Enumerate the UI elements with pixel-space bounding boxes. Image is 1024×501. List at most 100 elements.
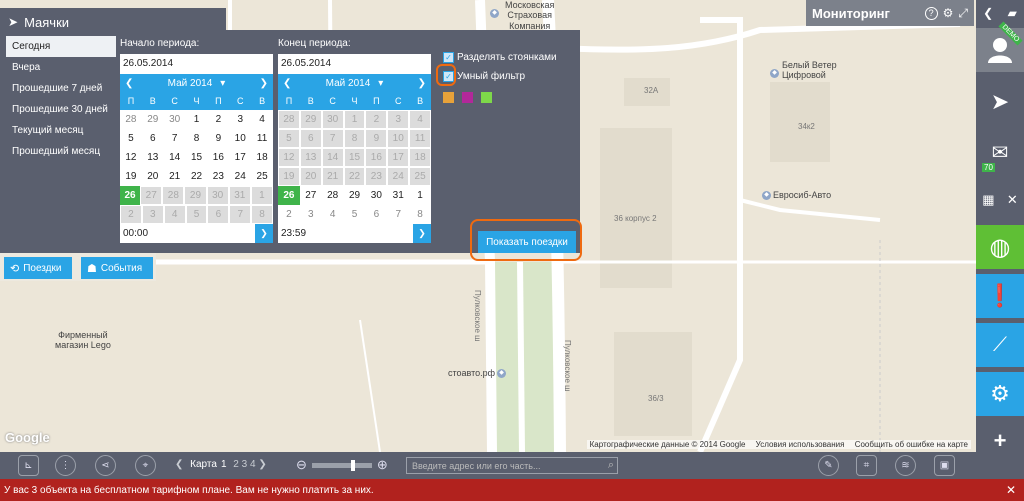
calendar-day[interactable]: 25 bbox=[251, 167, 273, 186]
checkbox-icon[interactable]: ✓ bbox=[443, 52, 454, 63]
calendar-day[interactable]: 28 bbox=[322, 186, 344, 205]
map-next-icon[interactable]: ❯ bbox=[258, 459, 266, 470]
calendar-day[interactable]: 28 bbox=[120, 110, 142, 129]
close-icon[interactable]: ✕ bbox=[1006, 483, 1016, 497]
search-icon[interactable]: ⌕ bbox=[608, 459, 614, 472]
period-item[interactable]: Текущий месяц bbox=[6, 120, 116, 141]
calendar-day[interactable]: 22 bbox=[344, 168, 365, 185]
period-item[interactable]: Прошедший месяц bbox=[6, 141, 116, 162]
calendar-day[interactable]: 11 bbox=[410, 130, 431, 147]
calendar-day[interactable]: 17 bbox=[388, 149, 409, 166]
chevron-down-icon[interactable]: ❯ bbox=[413, 224, 431, 243]
calendar-day[interactable]: 30 bbox=[164, 110, 186, 129]
calendar-day[interactable]: 3 bbox=[300, 205, 322, 224]
calendar-day[interactable]: 16 bbox=[207, 148, 229, 167]
calendar-day[interactable]: 2 bbox=[278, 205, 300, 224]
chevron-down-icon[interactable]: ❯ bbox=[255, 224, 273, 243]
map-option-4[interactable]: 4 bbox=[250, 459, 256, 470]
calendar-day[interactable]: 10 bbox=[388, 130, 409, 147]
calendar-day[interactable]: 31 bbox=[387, 186, 409, 205]
calendar-day[interactable]: 27 bbox=[300, 186, 322, 205]
calendar-day[interactable]: 29 bbox=[142, 110, 164, 129]
calendar-day[interactable]: 2 bbox=[121, 206, 141, 223]
map-option-1[interactable]: 1 bbox=[221, 459, 227, 470]
end-date-input[interactable]: 26.05.2014 bbox=[278, 54, 431, 74]
end-month-label[interactable]: Май 2014 bbox=[326, 78, 371, 89]
calendar-day[interactable]: 7 bbox=[322, 130, 343, 147]
close-icon[interactable]: ✕ bbox=[1007, 192, 1018, 208]
calendar-day[interactable]: 20 bbox=[300, 168, 321, 185]
calendar-day[interactable]: 29 bbox=[300, 111, 321, 128]
messages-button[interactable]: ✉ 70 bbox=[976, 130, 1024, 174]
calendar-day[interactable]: 26 bbox=[278, 186, 300, 205]
period-item[interactable]: Сегодня bbox=[6, 36, 116, 57]
calendar-day[interactable]: 21 bbox=[322, 168, 343, 185]
calendar-day[interactable]: 14 bbox=[164, 148, 186, 167]
calendar-day[interactable]: 3 bbox=[388, 111, 409, 128]
calendar-day[interactable]: 7 bbox=[387, 205, 409, 224]
calendar-day[interactable]: 18 bbox=[410, 149, 431, 166]
share-button[interactable]: ⋖ bbox=[95, 455, 116, 476]
month-dropdown-icon[interactable]: ▾ bbox=[220, 78, 225, 89]
navigate-button[interactable]: ➤ bbox=[976, 80, 1024, 124]
traffic-button[interactable]: ⋮ bbox=[55, 455, 76, 476]
calendar-day[interactable]: 24 bbox=[388, 168, 409, 185]
calendar-day[interactable]: 29 bbox=[185, 187, 206, 204]
calendar-day[interactable]: 8 bbox=[252, 206, 273, 223]
calendar-day[interactable]: 1 bbox=[251, 187, 272, 204]
calendar-day[interactable]: 3 bbox=[142, 206, 163, 223]
map-option-2[interactable]: 2 bbox=[233, 459, 239, 470]
layout-icon[interactable]: ▦ bbox=[982, 192, 994, 208]
draw-button[interactable]: ✎ bbox=[818, 455, 839, 476]
end-time-input[interactable]: 23:59 ❯ bbox=[278, 224, 431, 243]
zoom-slider[interactable] bbox=[311, 459, 372, 471]
calendar-day[interactable]: 8 bbox=[186, 129, 208, 148]
calendar-day[interactable]: 6 bbox=[300, 130, 321, 147]
layers-button[interactable]: ≋ bbox=[895, 455, 916, 476]
calendar-day[interactable]: 8 bbox=[409, 205, 431, 224]
calendar-day[interactable]: 23 bbox=[366, 168, 387, 185]
charts-button[interactable]: ⟋ bbox=[976, 323, 1024, 367]
calendar-day[interactable]: 7 bbox=[230, 206, 251, 223]
calendar-day[interactable]: 26 bbox=[120, 186, 141, 205]
calendar-day[interactable]: 28 bbox=[163, 187, 184, 204]
color-swatch[interactable] bbox=[481, 92, 492, 103]
calendar-day[interactable]: 7 bbox=[164, 129, 186, 148]
fullscreen-button[interactable]: ▣ bbox=[934, 455, 955, 476]
chat-icon[interactable]: ▰ bbox=[1008, 6, 1017, 20]
calendar-day[interactable]: 1 bbox=[344, 111, 365, 128]
calendar-day[interactable]: 30 bbox=[322, 111, 343, 128]
calendar-day[interactable]: 25 bbox=[410, 168, 431, 185]
expand-icon[interactable]: ⤢ bbox=[958, 6, 968, 21]
settings-icon[interactable]: ⚙ bbox=[943, 6, 954, 20]
location-button[interactable]: ❗ bbox=[976, 274, 1024, 318]
calendar-day[interactable]: 11 bbox=[251, 129, 273, 148]
calendar-day[interactable]: 5 bbox=[186, 206, 207, 223]
calendar-day[interactable]: 31 bbox=[229, 187, 250, 204]
color-swatch[interactable] bbox=[443, 92, 454, 103]
calendar-day[interactable]: 6 bbox=[365, 205, 387, 224]
calendar-day[interactable]: 17 bbox=[229, 148, 251, 167]
prev-month-icon[interactable]: ❮ bbox=[125, 78, 133, 89]
calendar-day[interactable]: 6 bbox=[142, 129, 164, 148]
calendar-day[interactable]: 28 bbox=[279, 111, 299, 128]
zoom-in-icon[interactable]: ⊕ bbox=[377, 457, 388, 473]
calendar-day[interactable]: 10 bbox=[229, 129, 251, 148]
calendar-day[interactable]: 13 bbox=[300, 149, 321, 166]
next-month-icon[interactable]: ❯ bbox=[418, 78, 426, 89]
period-item[interactable]: Прошедшие 7 дней bbox=[6, 78, 116, 99]
calendar-day[interactable]: 2 bbox=[366, 111, 387, 128]
calendar-day[interactable]: 2 bbox=[207, 110, 229, 129]
prev-month-icon[interactable]: ❮ bbox=[283, 78, 291, 89]
color-swatch[interactable] bbox=[462, 92, 473, 103]
calendar-day[interactable]: 22 bbox=[186, 167, 208, 186]
calendar-day[interactable]: 19 bbox=[120, 167, 142, 186]
report-error-link[interactable]: Сообщить об ошибке на карте bbox=[855, 440, 968, 449]
calendar-day[interactable]: 5 bbox=[120, 129, 142, 148]
add-button[interactable]: + bbox=[976, 428, 1024, 453]
calendar-day[interactable]: 1 bbox=[186, 110, 208, 129]
globe-button[interactable]: ◍ bbox=[976, 225, 1024, 269]
user-button[interactable]: DEMO bbox=[976, 21, 1024, 72]
calendar-day[interactable]: 19 bbox=[279, 168, 299, 185]
pin-button[interactable]: ⌖ bbox=[135, 455, 156, 476]
